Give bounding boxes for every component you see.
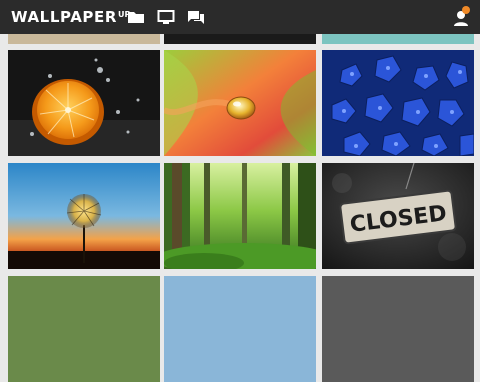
chat-icon[interactable]: [187, 8, 205, 26]
wallpaper-tile-forest[interactable]: [164, 163, 316, 269]
wallpaper-tile-orange[interactable]: [8, 50, 160, 156]
notification-dot: [462, 6, 470, 14]
monitor-icon[interactable]: [157, 8, 175, 26]
wallpaper-tile-partial-6[interactable]: [322, 276, 474, 382]
wallpaper-tile-partial-5[interactable]: [164, 276, 316, 382]
top-navigation-bar: WALLPAPERUP: [0, 0, 480, 34]
wallpaper-tile-droplet[interactable]: [164, 50, 316, 156]
wallpaper-tile-partial-4[interactable]: [8, 276, 160, 382]
wallpaper-tile-hydrangea[interactable]: [322, 50, 474, 156]
wallpaper-tile-dandelion[interactable]: [8, 163, 160, 269]
site-logo[interactable]: WALLPAPERUP: [11, 8, 130, 26]
logo-text: WALLPAPER: [11, 8, 118, 26]
wallpaper-tile-closed-sign[interactable]: CLOSED: [322, 163, 474, 269]
wallpaper-grid: CLOSED: [0, 0, 480, 382]
folder-icon[interactable]: [127, 8, 145, 26]
